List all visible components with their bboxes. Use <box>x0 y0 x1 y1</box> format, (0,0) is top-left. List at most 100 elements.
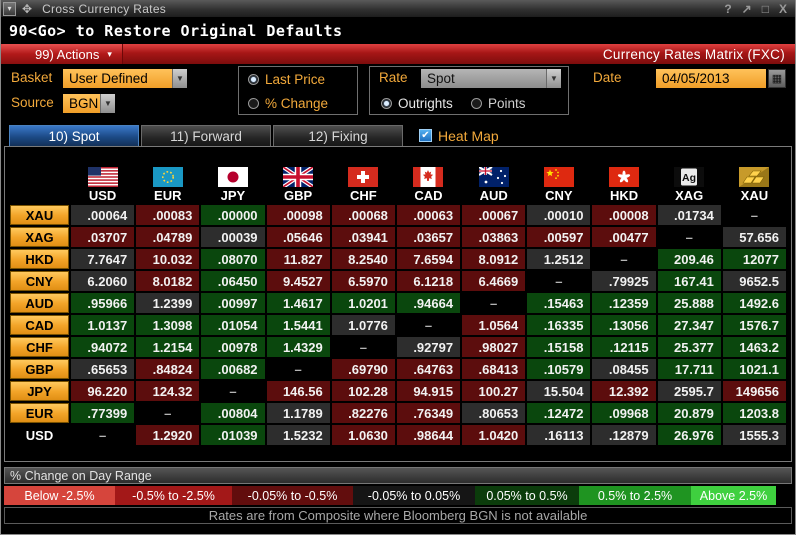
matrix-cell-gbp-gbp[interactable]: – <box>266 359 330 379</box>
matrix-cell-usd-eur[interactable]: 1.2920 <box>136 425 200 445</box>
matrix-cell-hkd-xag[interactable]: 209.46 <box>657 249 721 269</box>
matrix-cell-cad-jpy[interactable]: .01054 <box>201 315 265 335</box>
matrix-cell-cny-xag[interactable]: 167.41 <box>657 271 721 291</box>
close-icon[interactable]: X <box>779 2 787 16</box>
matrix-cell-hkd-xau[interactable]: 12077 <box>722 249 786 269</box>
matrix-cell-hkd-hkd[interactable]: – <box>592 249 656 269</box>
matrix-cell-cad-cad[interactable]: – <box>396 315 461 335</box>
matrix-cell-usd-usd[interactable]: – <box>71 425 135 445</box>
matrix-cell-hkd-jpy[interactable]: .08070 <box>201 249 265 269</box>
row-header-hkd[interactable]: HKD <box>10 249 69 269</box>
matrix-cell-chf-xau[interactable]: 1463.2 <box>722 337 786 357</box>
matrix-cell-gbp-xag[interactable]: 17.711 <box>657 359 721 379</box>
row-header-gbp[interactable]: GBP <box>10 359 69 379</box>
matrix-cell-xag-hkd[interactable]: .00477 <box>592 227 656 247</box>
matrix-cell-hkd-chf[interactable]: 8.2540 <box>331 249 395 269</box>
matrix-cell-aud-xau[interactable]: 1492.6 <box>722 293 786 313</box>
row-header-cny[interactable]: CNY <box>10 271 69 291</box>
column-header-aud[interactable]: AUD <box>462 151 525 203</box>
row-header-aud[interactable]: AUD <box>10 293 69 313</box>
matrix-cell-xau-xag[interactable]: .01734 <box>657 205 721 225</box>
matrix-cell-jpy-hkd[interactable]: 12.392 <box>592 381 656 401</box>
dropdown-arrow-icon[interactable]: ▼ <box>100 94 115 113</box>
row-header-eur[interactable]: EUR <box>10 403 69 423</box>
tab-fixing[interactable]: 12) Fixing <box>273 125 403 146</box>
matrix-cell-jpy-aud[interactable]: 100.27 <box>462 381 526 401</box>
matrix-cell-eur-usd[interactable]: .77399 <box>71 403 135 423</box>
matrix-cell-gbp-usd[interactable]: .65653 <box>71 359 135 379</box>
matrix-cell-cad-gbp[interactable]: 1.5441 <box>266 315 330 335</box>
window-menu-icon[interactable]: ▾ <box>3 1 16 16</box>
matrix-cell-jpy-jpy[interactable]: – <box>201 381 265 401</box>
matrix-cell-chf-hkd[interactable]: .12115 <box>592 337 656 357</box>
matrix-cell-jpy-eur[interactable]: 124.32 <box>136 381 200 401</box>
matrix-cell-eur-aud[interactable]: .80653 <box>462 403 526 423</box>
matrix-cell-cad-hkd[interactable]: .13056 <box>592 315 656 335</box>
matrix-cell-xag-cny[interactable]: .00597 <box>527 227 591 247</box>
radio--change[interactable]: % Change <box>248 96 328 111</box>
matrix-cell-hkd-cad[interactable]: 7.6594 <box>396 249 461 269</box>
basket-dropdown[interactable]: User Defined ▼ <box>63 69 187 88</box>
matrix-cell-jpy-xag[interactable]: 2595.7 <box>657 381 721 401</box>
matrix-cell-aud-chf[interactable]: 1.0201 <box>331 293 395 313</box>
row-header-usd[interactable]: USD <box>10 425 69 445</box>
radio-button-icon[interactable] <box>471 98 482 109</box>
matrix-cell-usd-xau[interactable]: 1555.3 <box>722 425 786 445</box>
matrix-cell-cad-xau[interactable]: 1576.7 <box>722 315 786 335</box>
matrix-cell-aud-xag[interactable]: 25.888 <box>657 293 721 313</box>
column-header-cad[interactable]: CAD <box>397 151 460 203</box>
tab-spot[interactable]: 10) Spot <box>9 125 139 146</box>
matrix-cell-cad-xag[interactable]: 27.347 <box>657 315 721 335</box>
radio-points[interactable]: Points <box>471 96 526 111</box>
date-input[interactable]: 04/05/2013 <box>656 69 766 88</box>
matrix-cell-jpy-usd[interactable]: 96.220 <box>71 381 135 401</box>
matrix-cell-hkd-gbp[interactable]: 11.827 <box>266 249 330 269</box>
matrix-cell-usd-xag[interactable]: 26.976 <box>657 425 721 445</box>
matrix-cell-chf-aud[interactable]: .98027 <box>462 337 526 357</box>
window-move-icon[interactable]: ✥ <box>22 2 32 16</box>
column-header-eur[interactable]: EUR <box>136 151 199 203</box>
matrix-cell-xau-cny[interactable]: .00010 <box>527 205 591 225</box>
row-header-xag[interactable]: XAG <box>10 227 69 247</box>
matrix-cell-xag-jpy[interactable]: .00039 <box>201 227 265 247</box>
matrix-cell-xag-cad[interactable]: .03657 <box>396 227 461 247</box>
matrix-cell-chf-usd[interactable]: .94072 <box>71 337 135 357</box>
actions-button[interactable]: 99) Actions ▾ <box>1 44 123 64</box>
source-dropdown[interactable]: BGN ▼ <box>63 94 115 113</box>
column-header-cny[interactable]: CNY <box>527 151 590 203</box>
matrix-cell-xag-usd[interactable]: .03707 <box>71 227 135 247</box>
matrix-cell-jpy-cny[interactable]: 15.504 <box>527 381 591 401</box>
matrix-cell-gbp-hkd[interactable]: .08455 <box>592 359 656 379</box>
matrix-cell-usd-hkd[interactable]: .12879 <box>592 425 656 445</box>
matrix-cell-gbp-cad[interactable]: .64763 <box>396 359 461 379</box>
matrix-cell-chf-xag[interactable]: 25.377 <box>657 337 721 357</box>
matrix-cell-cny-gbp[interactable]: 9.4527 <box>266 271 330 291</box>
radio-button-icon[interactable] <box>248 74 259 85</box>
matrix-cell-usd-cny[interactable]: .16113 <box>527 425 591 445</box>
radio-button-icon[interactable] <box>248 98 259 109</box>
matrix-cell-cad-eur[interactable]: 1.3098 <box>136 315 200 335</box>
matrix-cell-chf-jpy[interactable]: .00978 <box>201 337 265 357</box>
matrix-cell-cny-jpy[interactable]: .06450 <box>201 271 265 291</box>
matrix-cell-aud-usd[interactable]: .95966 <box>71 293 135 313</box>
column-header-xau[interactable]: XAU <box>723 151 786 203</box>
matrix-cell-cad-chf[interactable]: 1.0776 <box>331 315 395 335</box>
matrix-cell-gbp-chf[interactable]: .69790 <box>331 359 395 379</box>
matrix-cell-chf-eur[interactable]: 1.2154 <box>136 337 200 357</box>
matrix-cell-eur-xau[interactable]: 1203.8 <box>722 403 786 423</box>
matrix-cell-cny-eur[interactable]: 8.0182 <box>136 271 200 291</box>
matrix-cell-hkd-cny[interactable]: 1.2512 <box>527 249 591 269</box>
matrix-cell-xag-eur[interactable]: .04789 <box>136 227 200 247</box>
matrix-cell-aud-aud[interactable]: – <box>462 293 526 313</box>
matrix-cell-cny-hkd[interactable]: .79925 <box>592 271 656 291</box>
matrix-cell-gbp-aud[interactable]: .68413 <box>462 359 526 379</box>
calendar-icon[interactable]: ▦ <box>768 69 786 88</box>
column-header-chf[interactable]: CHF <box>332 151 395 203</box>
matrix-cell-cad-cny[interactable]: .16335 <box>527 315 591 335</box>
radio-outrights[interactable]: Outrights <box>381 96 453 111</box>
matrix-cell-xau-cad[interactable]: .00063 <box>396 205 461 225</box>
matrix-cell-xau-usd[interactable]: .00064 <box>71 205 135 225</box>
matrix-cell-aud-cad[interactable]: .94664 <box>396 293 461 313</box>
popout-icon[interactable]: ↗ <box>742 2 752 16</box>
column-header-xag[interactable]: Ag XAG <box>658 151 721 203</box>
